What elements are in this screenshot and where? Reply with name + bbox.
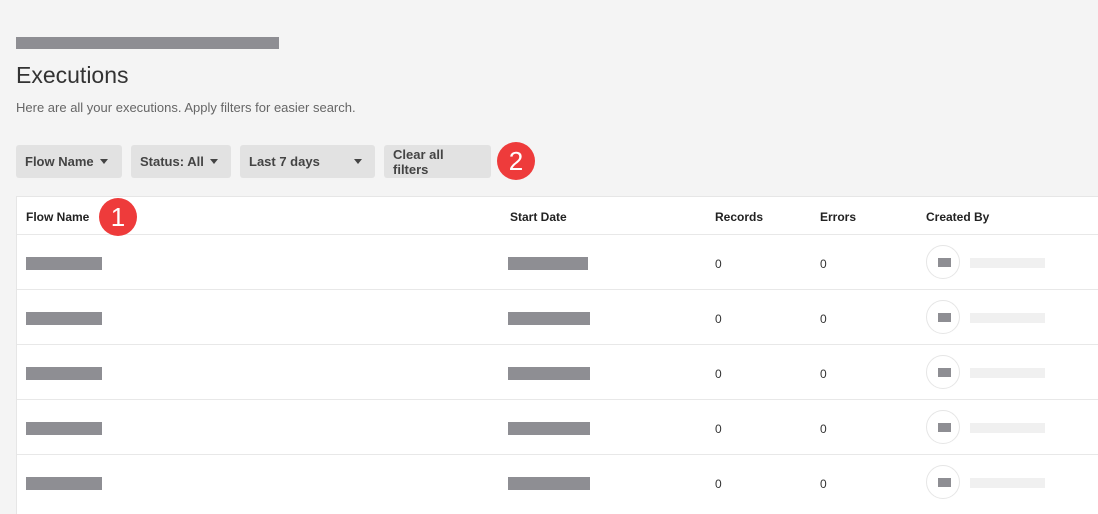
flow-name-redacted <box>26 422 102 435</box>
avatar-redacted <box>938 423 951 432</box>
caret-down-icon <box>209 159 218 164</box>
table-row[interactable]: 0 0 <box>17 234 1098 290</box>
avatar <box>926 465 960 499</box>
errors-value: 0 <box>820 367 827 381</box>
creator-name-redacted <box>970 478 1045 488</box>
errors-value: 0 <box>820 312 827 326</box>
records-value: 0 <box>715 367 722 381</box>
caret-down-icon <box>354 159 362 164</box>
page-subtitle: Here are all your executions. Apply filt… <box>16 100 356 115</box>
avatar-redacted <box>938 478 951 487</box>
flow-name-filter-dropdown[interactable]: Flow Name <box>16 145 122 178</box>
start-date-redacted <box>508 312 590 325</box>
avatar <box>926 245 960 279</box>
start-date-redacted <box>508 422 590 435</box>
avatar-redacted <box>938 313 951 322</box>
avatar-redacted <box>938 368 951 377</box>
creator-name-redacted <box>970 258 1045 268</box>
flow-name-redacted <box>26 477 102 490</box>
avatar-redacted <box>938 258 951 267</box>
column-header-flow-name[interactable]: Flow Name <box>26 210 89 224</box>
date-range-filter-label: Last 7 days <box>249 154 320 169</box>
clear-all-filters-label: Clear all filters <box>393 146 444 177</box>
table-row[interactable]: 0 0 <box>17 344 1098 400</box>
start-date-redacted <box>508 367 590 380</box>
status-filter-dropdown[interactable]: Status: All <box>131 145 231 178</box>
column-header-created-by[interactable]: Created By <box>926 210 989 224</box>
breadcrumb-redacted <box>16 37 279 49</box>
executions-table: Flow Name Start Date Records Errors Crea… <box>16 196 1098 514</box>
errors-value: 0 <box>820 257 827 271</box>
records-value: 0 <box>715 312 722 326</box>
start-date-redacted <box>508 477 590 490</box>
creator-name-redacted <box>970 423 1045 433</box>
date-range-filter-dropdown[interactable]: Last 7 days <box>240 145 375 178</box>
annotation-badge-2: 2 <box>497 142 535 180</box>
status-filter-label: Status: All <box>140 154 204 169</box>
table-row[interactable]: 0 0 <box>17 399 1098 455</box>
flow-name-redacted <box>26 257 102 270</box>
page-title: Executions <box>16 62 129 88</box>
flow-name-filter-label: Flow Name <box>25 154 94 169</box>
flow-name-redacted <box>26 367 102 380</box>
column-header-start-date[interactable]: Start Date <box>510 210 567 224</box>
avatar <box>926 355 960 389</box>
clear-all-filters-button[interactable]: Clear all filters <box>384 145 491 178</box>
records-value: 0 <box>715 257 722 271</box>
flow-name-redacted <box>26 312 102 325</box>
table-row[interactable]: 0 0 <box>17 454 1098 510</box>
records-value: 0 <box>715 477 722 491</box>
errors-value: 0 <box>820 422 827 436</box>
column-header-errors[interactable]: Errors <box>820 210 856 224</box>
creator-name-redacted <box>970 313 1045 323</box>
table-row[interactable]: 0 0 <box>17 289 1098 345</box>
avatar <box>926 410 960 444</box>
column-header-records[interactable]: Records <box>715 210 763 224</box>
creator-name-redacted <box>970 368 1045 378</box>
annotation-badge-1: 1 <box>99 198 137 236</box>
caret-down-icon <box>99 159 108 164</box>
start-date-redacted <box>508 257 588 270</box>
records-value: 0 <box>715 422 722 436</box>
errors-value: 0 <box>820 477 827 491</box>
avatar <box>926 300 960 334</box>
